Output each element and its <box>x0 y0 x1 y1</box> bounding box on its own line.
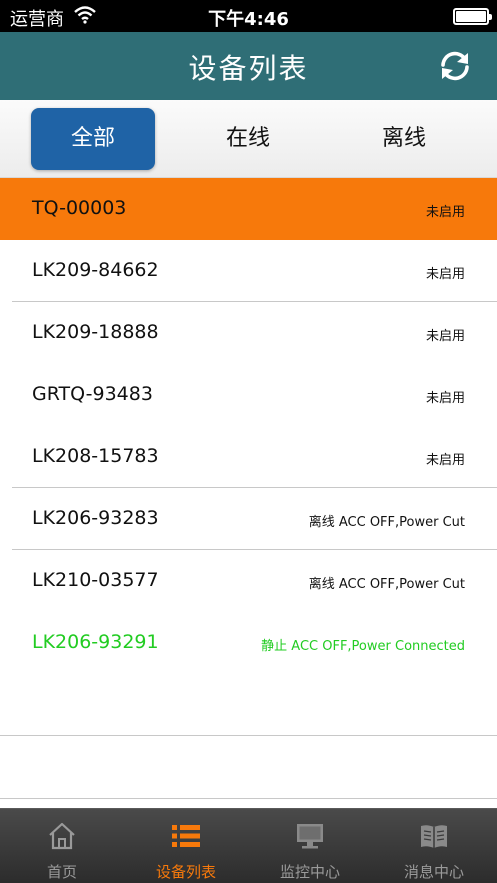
tab-label: 首页 <box>46 863 77 881</box>
device-name: LK208-15783 <box>32 445 159 467</box>
list-divider <box>0 735 497 736</box>
device-status: 未启用 <box>425 329 465 344</box>
segment-all[interactable]: 全部 <box>31 108 155 170</box>
status-bar: 运营商 下午4:46 <box>0 0 497 32</box>
device-row[interactable]: LK209-18888 未启用 <box>0 302 497 364</box>
filter-segment-control: 全部 在线 离线 <box>0 100 497 178</box>
device-row[interactable]: LK208-15783 未启用 <box>0 426 497 488</box>
monitor-icon <box>297 824 323 849</box>
tab-home[interactable]: 首页 <box>0 809 124 883</box>
nav-bar: 设备列表 <box>0 32 497 100</box>
device-status: 未启用 <box>425 391 465 406</box>
list-divider <box>0 798 497 799</box>
tab-device-list[interactable]: 设备列表 <box>124 809 248 883</box>
device-status: 离线 ACC OFF,Power Cut <box>308 577 465 592</box>
status-time: 下午4:46 <box>208 9 289 30</box>
tab-bar: 首页 设备列表 监控中心 消息中心 <box>0 808 497 883</box>
tab-label: 监控中心 <box>279 863 340 881</box>
battery-icon <box>453 8 492 25</box>
device-status: 未启用 <box>425 267 465 282</box>
tab-monitor-center[interactable]: 监控中心 <box>248 809 372 883</box>
home-icon <box>49 822 75 850</box>
device-name: TQ-00003 <box>32 197 127 219</box>
device-name: LK209-84662 <box>32 259 159 281</box>
device-row[interactable]: LK206-93291 静止 ACC OFF,Power Connected <box>0 612 497 674</box>
tab-message-center[interactable]: 消息中心 <box>372 809 496 883</box>
refresh-icon[interactable] <box>437 48 473 84</box>
device-row[interactable]: GRTQ-93483 未启用 <box>0 364 497 426</box>
device-row[interactable]: LK210-03577 离线 ACC OFF,Power Cut <box>0 550 497 612</box>
device-row[interactable]: LK206-93283 离线 ACC OFF,Power Cut <box>0 488 497 550</box>
device-list: TQ-00003 未启用 LK209-84662 未启用 LK209-18888… <box>0 178 497 674</box>
book-icon <box>421 825 447 848</box>
device-row[interactable]: TQ-00003 未启用 <box>0 178 497 240</box>
device-name: LK206-93283 <box>32 507 159 529</box>
device-status: 离线 ACC OFF,Power Cut <box>308 515 465 530</box>
device-name: LK206-93291 <box>32 631 159 653</box>
device-row[interactable]: LK209-84662 未启用 <box>0 240 497 302</box>
segment-offline[interactable]: 离线 <box>342 108 466 170</box>
list-icon <box>172 825 200 847</box>
segment-online[interactable]: 在线 <box>186 108 310 170</box>
page-title: 设备列表 <box>188 52 309 85</box>
tab-label: 消息中心 <box>403 863 464 881</box>
device-status: 静止 ACC OFF,Power Connected <box>261 639 465 654</box>
device-name: GRTQ-93483 <box>32 383 153 405</box>
device-name: LK210-03577 <box>32 569 159 591</box>
device-status: 未启用 <box>425 205 465 220</box>
device-name: LK209-18888 <box>32 321 159 343</box>
tab-label: 设备列表 <box>155 863 216 881</box>
device-status: 未启用 <box>425 453 465 468</box>
